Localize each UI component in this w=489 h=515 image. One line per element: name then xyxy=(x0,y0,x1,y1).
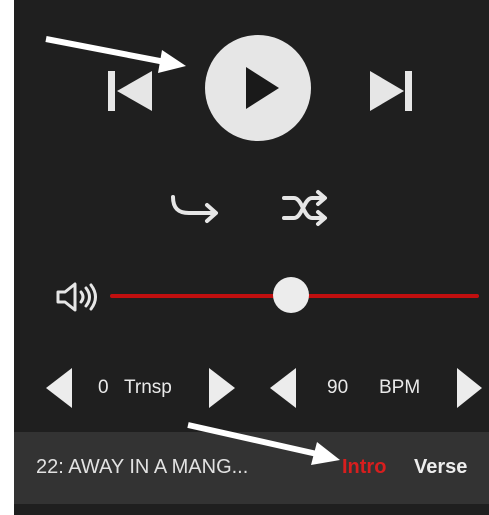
repeat-arrow-icon xyxy=(171,195,218,223)
skip-next-icon xyxy=(370,71,412,111)
transpose-down-button[interactable] xyxy=(44,366,76,410)
bpm-label: BPM xyxy=(379,377,421,398)
transpose-value: 0 xyxy=(98,377,109,398)
transpose-label: Trnsp xyxy=(124,377,172,398)
bpm-up-button[interactable] xyxy=(454,366,484,410)
shuffle-button[interactable] xyxy=(280,188,332,228)
triangle-left-icon xyxy=(46,368,72,408)
skip-previous-button[interactable] xyxy=(106,68,154,114)
bpm-value: 90 xyxy=(327,377,349,398)
skip-previous-icon xyxy=(108,71,152,111)
triangle-right-icon xyxy=(457,368,482,408)
section-intro[interactable]: Intro xyxy=(342,456,386,479)
skip-next-button[interactable] xyxy=(368,68,414,114)
bpm-down-button[interactable] xyxy=(268,366,300,410)
song-title[interactable]: 22: AWAY IN A MANG... xyxy=(36,456,248,479)
triangle-right-icon xyxy=(209,368,235,408)
volume-slider-thumb[interactable] xyxy=(273,277,309,313)
transpose-up-button[interactable] xyxy=(205,366,237,410)
section-verse[interactable]: Verse xyxy=(414,456,467,479)
triangle-left-icon xyxy=(270,368,296,408)
play-button[interactable] xyxy=(205,35,311,141)
repeat-button[interactable] xyxy=(167,191,227,225)
song-bar: 22: AWAY IN A MANG... Intro Verse xyxy=(14,432,489,504)
volume-icon[interactable] xyxy=(54,280,104,314)
shuffle-icon xyxy=(282,190,327,226)
play-icon xyxy=(246,67,279,109)
